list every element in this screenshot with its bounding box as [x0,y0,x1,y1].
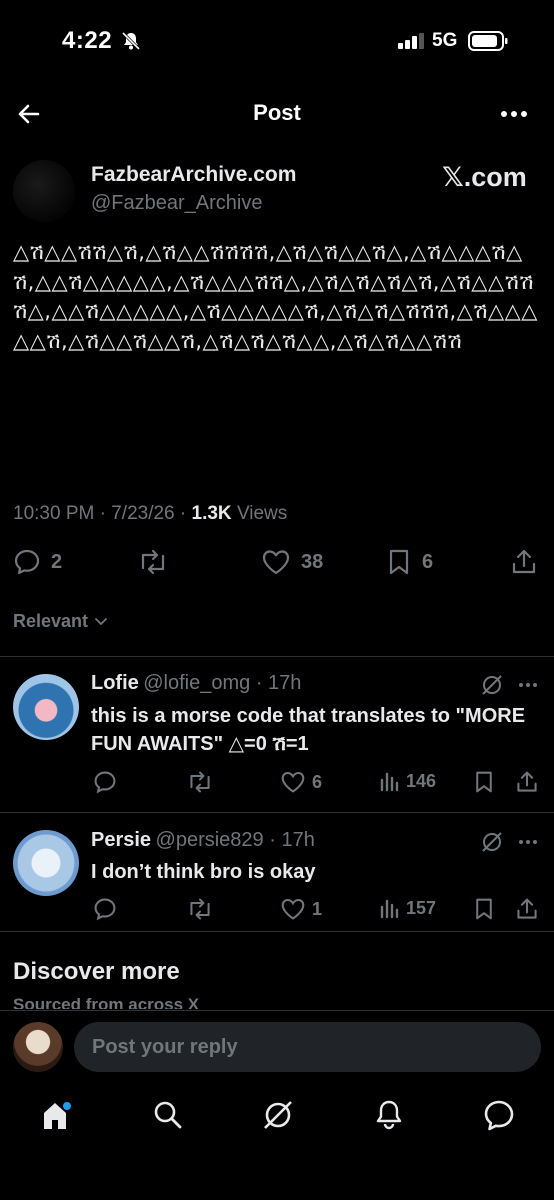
post-time: 10:30 PM [13,503,95,524]
reply-age: 17h [281,829,315,851]
search-icon [154,1101,182,1129]
nav-notifications[interactable] [373,1098,405,1132]
discover-subtitle: Sourced from across X [13,995,200,1009]
author-avatar[interactable] [13,160,75,222]
heart-icon [281,898,305,920]
author-affiliate-badge[interactable]: 𝕏.com [442,162,527,193]
reply-icon [14,549,40,575]
reply-author-handle[interactable]: @persie829 [156,829,264,851]
reply-bookmark-button[interactable] [473,770,495,794]
reply-share-button[interactable] [515,897,539,921]
bookmark-icon [476,898,492,920]
nav-home[interactable] [40,1098,74,1134]
reply-views-button[interactable]: 146 [380,770,436,792]
reply-like-button[interactable]: 1 [280,897,322,921]
reply-views-button[interactable]: 157 [380,897,436,919]
network-type: 5G [432,30,458,51]
reply-header: Persie @persie829 · 17h [91,829,315,851]
views-count[interactable]: 1.3K [192,503,232,524]
more-options-icon[interactable] [500,110,528,118]
bookmark-icon [476,771,492,793]
reply-author-handle[interactable]: @lofie_omg [143,672,250,694]
heart-icon [262,550,290,575]
post-date: 7/23/26 [111,503,175,524]
reply-reply-button[interactable] [93,897,117,921]
repost-icon [141,549,165,575]
bookmark-count: 6 [422,550,434,573]
heart-icon [281,771,305,793]
reply-avatar[interactable] [13,674,79,740]
like-button[interactable]: 38 [261,548,323,576]
reply-avatar[interactable] [13,830,79,896]
page-title: Post [253,100,301,125]
home-icon [44,1102,71,1129]
reply-repost-button[interactable] [186,897,214,921]
battery-icon [468,31,508,51]
bell-muted-icon [120,30,142,52]
author-handle[interactable]: @Fazbear_Archive [91,192,262,215]
reply-count: 2 [51,550,63,573]
nav-messages[interactable] [482,1098,516,1132]
divider [0,656,554,657]
share-icon [517,898,537,919]
like-count: 38 [301,550,324,573]
bell-icon [376,1100,402,1130]
grok-icon[interactable] [480,830,504,854]
share-button[interactable] [510,548,538,576]
messages-icon [484,1100,514,1131]
repost-button[interactable] [137,548,169,576]
divider [0,812,554,813]
reply-button[interactable]: 2 [13,548,62,576]
reply-views-count: 146 [406,770,437,791]
bookmark-button[interactable]: 6 [386,548,433,576]
share-icon [517,771,537,792]
reply-like-count: 6 [312,771,323,792]
reply-bookmark-button[interactable] [473,897,495,921]
grok-icon[interactable] [480,673,504,697]
grok-icon [264,1101,292,1129]
divider [0,931,554,932]
reply-icon [94,771,116,794]
reply-header: Lofie @lofie_omg · 17h [91,672,302,694]
my-avatar[interactable] [13,1022,63,1072]
reply-input[interactable]: Post your reply [74,1022,541,1072]
chevron-down-icon [95,617,107,625]
repost-icon [190,898,210,920]
reply-sort-dropdown[interactable]: Relevant [13,611,108,632]
nav-search[interactable] [152,1098,184,1132]
repost-icon [190,771,210,793]
reply-like-button[interactable]: 6 [280,770,322,794]
reply-age: 17h [268,672,302,694]
nav-grok[interactable] [261,1098,295,1132]
reply-repost-button[interactable] [186,770,214,794]
post-text: △ሽ△△ሽሽ△ሽ,△ሽ△△ሽሽሽሽ,△ሽ△ሽ△△ሽ△,△ሽ△△△ሽ△ሽ,△△ሽ△… [13,240,538,353]
reply-share-button[interactable] [515,770,539,794]
status-time: 4:22 [62,27,113,54]
views-label: Views [236,503,288,524]
author-name[interactable]: FazbearArchive.com [91,163,296,187]
post-meta: 10:30 PM · 7/23/26 · 1.3K Views [13,503,288,524]
reply-views-count: 157 [406,897,437,918]
reply-text: this is a morse code that translates to … [91,705,526,755]
reply-more-icon[interactable] [518,682,538,688]
reply-more-icon[interactable] [518,839,538,845]
share-icon [512,549,536,574]
reply-sort-label: Relevant [13,611,89,631]
discover-title: Discover more [13,958,180,985]
reply-text: I don’t think bro is okay [91,861,316,883]
bookmark-icon [389,549,409,575]
reply-reply-button[interactable] [93,770,117,794]
reply-author-name[interactable]: Persie [91,829,151,851]
views-icon [380,899,399,919]
reply-author-name[interactable]: Lofie [91,672,139,694]
views-icon [380,772,399,792]
reply-icon [94,898,116,921]
reply-like-count: 1 [312,898,323,919]
signal-icon [398,33,426,49]
